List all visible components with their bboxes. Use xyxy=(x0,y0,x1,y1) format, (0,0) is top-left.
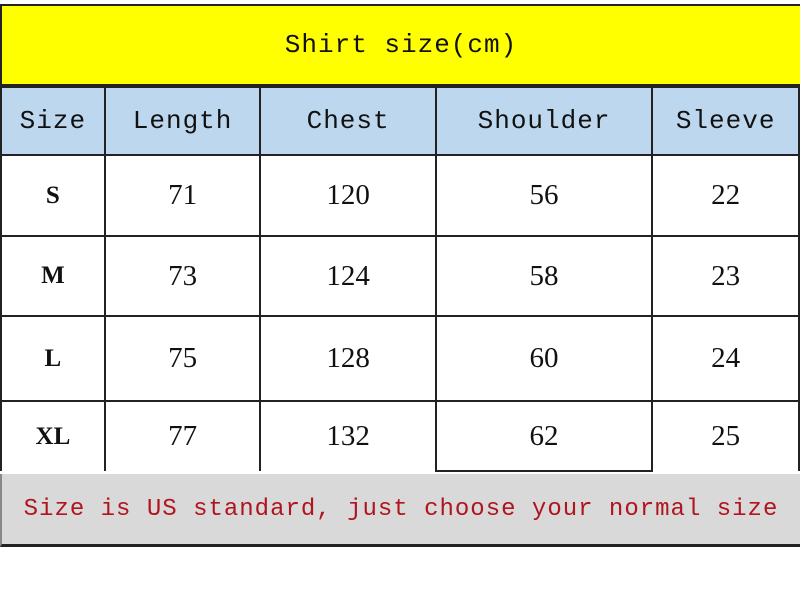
cell-chest: 128 xyxy=(259,315,437,402)
header-length: Length xyxy=(103,86,262,156)
cell-sleeve: 25 xyxy=(651,400,800,471)
cell-size: S xyxy=(0,154,106,237)
table-row: S 71 120 56 22 xyxy=(0,154,800,237)
cell-chest: 120 xyxy=(259,154,437,237)
header-shoulder: Shoulder xyxy=(434,86,654,156)
cell-size: M xyxy=(0,235,106,317)
cell-chest: 132 xyxy=(259,400,437,471)
cell-size: XL xyxy=(0,400,106,471)
table-row: XL 77 132 62 25 xyxy=(0,400,800,472)
chart-title: Shirt size(cm) xyxy=(0,4,800,86)
header-sleeve: Sleeve xyxy=(651,86,800,156)
cell-shoulder: 58 xyxy=(434,235,654,317)
cell-shoulder: 56 xyxy=(434,154,654,237)
cell-sleeve: 22 xyxy=(651,154,800,237)
size-table: Size Length Chest Shoulder Sleeve S 71 1… xyxy=(0,86,800,472)
cell-chest: 124 xyxy=(259,235,437,317)
size-note: Size is US standard, just choose your no… xyxy=(0,474,800,547)
table-row: L 75 128 60 24 xyxy=(0,315,800,402)
header-size: Size xyxy=(0,86,106,156)
table-row: M 73 124 58 23 xyxy=(0,235,800,317)
cell-shoulder: 60 xyxy=(434,315,654,402)
cell-length: 73 xyxy=(103,235,262,317)
header-chest: Chest xyxy=(259,86,437,156)
cell-length: 77 xyxy=(103,400,262,471)
cell-sleeve: 23 xyxy=(651,235,800,317)
header-row: Size Length Chest Shoulder Sleeve xyxy=(0,86,800,156)
cell-length: 75 xyxy=(103,315,262,402)
cell-shoulder: 62 xyxy=(434,400,654,472)
cell-length: 71 xyxy=(103,154,262,237)
cell-sleeve: 24 xyxy=(651,315,800,402)
cell-size: L xyxy=(0,315,106,402)
